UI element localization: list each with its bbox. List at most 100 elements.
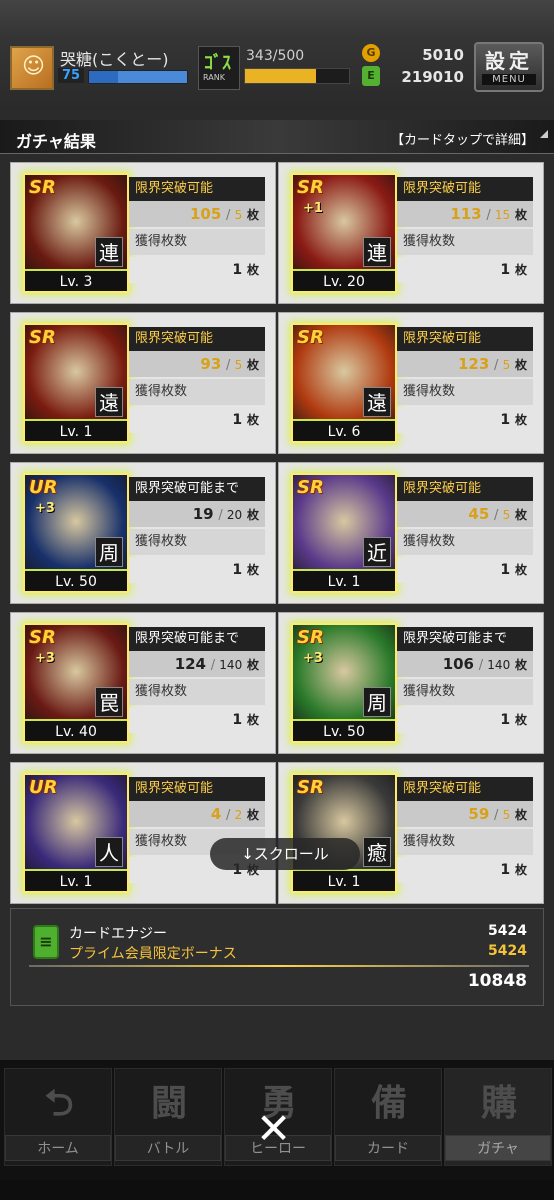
obtained-count: 1	[500, 862, 511, 878]
card-result-tile[interactable]: UR +3 周 Lv. 50 限界突破可能まで 19 / 20 枚 獲得枚数 1…	[10, 462, 276, 604]
obtained-unit: 枚	[246, 413, 259, 427]
section-title: ガチャ結果	[16, 132, 96, 151]
card-art[interactable]: SR 遠 Lv. 6	[291, 323, 397, 443]
stamina-bar	[244, 68, 350, 84]
card-result-tile[interactable]: SR 遠 Lv. 6 限界突破可能 123 / 5 枚 獲得枚数 1 枚	[278, 312, 544, 454]
count-unit: 枚	[246, 658, 259, 672]
required-count: 2	[234, 808, 243, 822]
obtained-unit: 枚	[514, 863, 527, 877]
card-result-tile[interactable]: SR +3 周 Lv. 50 限界突破可能まで 106 / 140 枚 獲得枚数…	[278, 612, 544, 754]
card-result-tile[interactable]: SR +1 連 Lv. 20 限界突破可能 113 / 15 枚 獲得枚数 1 …	[278, 162, 544, 304]
energy-can-icon: ≡	[33, 925, 59, 959]
rarity-badge: SR	[297, 777, 324, 798]
owned-count: 4	[210, 805, 222, 823]
energy-value: 219010	[401, 68, 464, 86]
settings-label: 設定	[485, 49, 533, 73]
rank-icon-glyph: ｺﾞｽ	[204, 53, 231, 74]
card-level: Lv. 1	[293, 869, 395, 891]
rarity-badge: SR	[29, 177, 56, 198]
card-art[interactable]: SR +3 周 Lv. 50	[291, 623, 397, 743]
topbar-fade	[0, 0, 554, 40]
card-art[interactable]: UR +3 周 Lv. 50	[23, 473, 129, 593]
obtained-count-row: 1 枚	[397, 257, 533, 283]
settings-button[interactable]: 設定 MENU	[474, 42, 544, 92]
hint-corner-icon	[540, 130, 548, 138]
limit-break-plus: +1	[303, 201, 323, 216]
owned-count-row: 93 / 5 枚	[129, 351, 265, 377]
card-result-tile[interactable]: SR 癒 Lv. 1 限界突破可能 59 / 5 枚 獲得枚数 1 枚	[278, 762, 544, 904]
limit-break-status: 限界突破可能まで	[397, 627, 533, 651]
card-level: Lv. 3	[25, 269, 127, 291]
card-art[interactable]: SR 遠 Lv. 1	[23, 323, 129, 443]
owned-count-row: 59 / 5 枚	[397, 801, 533, 827]
owned-count: 45	[468, 505, 490, 523]
count-unit: 枚	[514, 508, 527, 522]
owned-count-row: 106 / 140 枚	[397, 651, 533, 677]
stamina-fill	[245, 69, 317, 83]
limit-break-status: 限界突破可能	[397, 327, 533, 351]
card-type-badge: 周	[363, 687, 391, 717]
card-energy-label: カードエナジー	[69, 926, 167, 942]
card-result-tile[interactable]: UR 人 Lv. 1 限界突破可能 4 / 2 枚 獲得枚数 1 枚	[10, 762, 276, 904]
card-art[interactable]: SR 癒 Lv. 1	[291, 773, 397, 893]
obtained-unit: 枚	[514, 713, 527, 727]
owned-count: 106	[442, 655, 474, 673]
top-status-bar: ☺ 哭糖(こくとー) 75 ｺﾞｽ RANK 343/500 G E 5010 …	[0, 0, 554, 110]
card-level: Lv. 1	[25, 869, 127, 891]
count-unit: 枚	[246, 808, 259, 822]
card-type-badge: 近	[363, 537, 391, 567]
card-type-badge: 人	[95, 837, 123, 867]
limit-break-status: 限界突破可能	[129, 327, 265, 351]
obtained-count-row: 1 枚	[397, 707, 533, 733]
limit-break-status: 限界突破可能	[129, 177, 265, 201]
count-unit: 枚	[246, 508, 259, 522]
card-energy-value: 5424	[488, 923, 527, 939]
limit-break-status: 限界突破可能まで	[129, 627, 265, 651]
owned-count: 19	[192, 505, 214, 523]
prime-bonus-label: プライム会員限定ボーナス	[69, 946, 237, 962]
card-art[interactable]: UR 人 Lv. 1	[23, 773, 129, 893]
card-art[interactable]: SR 連 Lv. 3	[23, 173, 129, 293]
player-name: 哭糖(こくとー)	[60, 50, 169, 69]
count-separator: /	[494, 358, 503, 373]
count-separator: /	[494, 508, 503, 523]
card-level: Lv. 40	[25, 719, 127, 741]
card-type-badge: 周	[95, 537, 123, 567]
limit-break-plus: +3	[35, 651, 55, 666]
owned-count-row: 105 / 5 枚	[129, 201, 265, 227]
player-avatar[interactable]: ☺	[10, 46, 54, 90]
limit-break-status: 限界突破可能	[397, 777, 533, 801]
owned-count: 124	[174, 655, 206, 673]
rarity-badge: SR	[29, 627, 56, 648]
obtained-unit: 枚	[246, 713, 259, 727]
obtained-count: 1	[232, 562, 243, 578]
required-count: 5	[502, 508, 511, 522]
card-art[interactable]: SR 近 Lv. 1	[291, 473, 397, 593]
count-unit: 枚	[514, 658, 527, 672]
obtained-count-row: 1 枚	[129, 257, 265, 283]
limit-break-plus: +3	[35, 501, 55, 516]
count-separator: /	[226, 808, 235, 823]
section-hint: 【カードタップで詳細】	[390, 133, 534, 148]
obtained-label: 獲得枚数	[397, 379, 533, 405]
obtained-label: 獲得枚数	[129, 529, 265, 555]
obtained-count: 1	[232, 412, 243, 428]
obtained-count-row: 1 枚	[129, 557, 265, 583]
obtained-count: 1	[500, 262, 511, 278]
card-result-tile[interactable]: SR 遠 Lv. 1 限界突破可能 93 / 5 枚 獲得枚数 1 枚	[10, 312, 276, 454]
player-level: 75	[58, 68, 85, 83]
card-art[interactable]: SR +1 連 Lv. 20	[291, 173, 397, 293]
card-result-tile[interactable]: SR +3 罠 Lv. 40 限界突破可能まで 124 / 140 枚 獲得枚数…	[10, 612, 276, 754]
count-unit: 枚	[514, 808, 527, 822]
rank-icon: ｺﾞｽ RANK	[198, 46, 240, 90]
required-count: 5	[234, 208, 243, 222]
card-art[interactable]: SR +3 罠 Lv. 40	[23, 623, 129, 743]
card-result-tile[interactable]: SR 近 Lv. 1 限界突破可能 45 / 5 枚 獲得枚数 1 枚	[278, 462, 544, 604]
required-count: 140	[219, 658, 243, 672]
card-result-tile[interactable]: SR 連 Lv. 3 限界突破可能 105 / 5 枚 獲得枚数 1 枚	[10, 162, 276, 304]
rarity-badge: SR	[297, 177, 324, 198]
close-icon[interactable]: ✕	[256, 1104, 291, 1153]
owned-count-row: 19 / 20 枚	[129, 501, 265, 527]
obtained-unit: 枚	[514, 563, 527, 577]
required-count: 5	[502, 808, 511, 822]
